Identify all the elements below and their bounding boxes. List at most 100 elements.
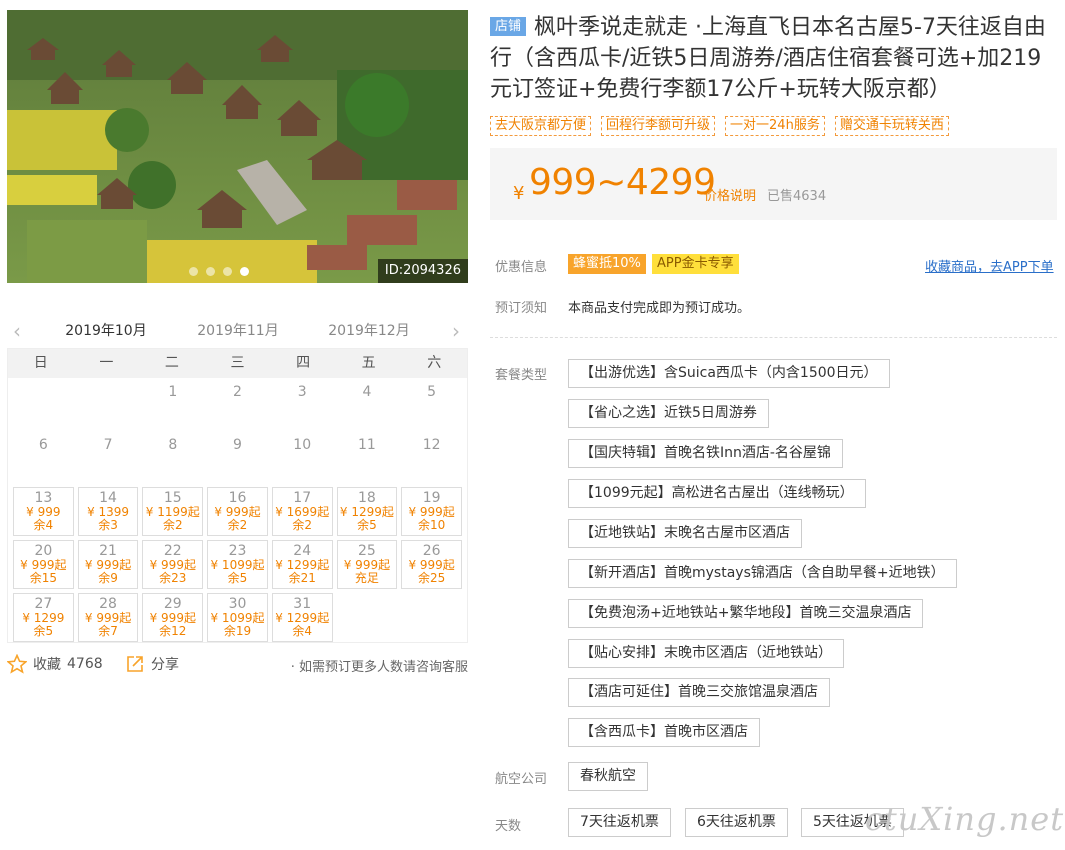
calendar-day: 6 bbox=[13, 434, 74, 483]
calendar-day-available[interactable]: 29 ¥ 999起 余12 bbox=[142, 593, 204, 642]
calendar-day-available[interactable]: 16 ¥ 999起 余2 bbox=[207, 487, 268, 536]
day-number: 6 bbox=[38, 437, 48, 453]
day-stock: 余2 bbox=[292, 518, 313, 532]
price-range: 999~4299 bbox=[529, 162, 716, 203]
booking-notice-text: 本商品支付完成即为预订成功。 bbox=[568, 301, 751, 316]
day-stock: 余12 bbox=[159, 624, 187, 638]
package-option[interactable]: 【含西瓜卡】首晚市区酒店 bbox=[568, 718, 760, 747]
day-stock: 余5 bbox=[33, 624, 54, 638]
calendar-day-available[interactable]: 23 ¥ 1099起 余5 bbox=[207, 540, 268, 589]
tab-month-nov[interactable]: 2019年11月 bbox=[191, 320, 285, 350]
package-option[interactable]: 【贴心安排】末晚市区酒店（近地铁站） bbox=[568, 639, 844, 668]
calendar-day: 12 bbox=[401, 434, 462, 483]
promo-label: 优惠信息 bbox=[495, 260, 548, 275]
calendar-day-available[interactable]: 13 ¥ 999 余4 bbox=[13, 487, 74, 536]
calendar-day: 7 bbox=[78, 434, 139, 483]
price-explanation-link[interactable]: 价格说明 bbox=[704, 185, 756, 204]
day-number: 2 bbox=[233, 384, 242, 400]
day-number: 4 bbox=[362, 384, 372, 400]
package-option[interactable]: 【近地铁站】末晚名古屋市区酒店 bbox=[568, 519, 802, 548]
calendar-day-available[interactable]: 17 ¥ 1699起 余2 bbox=[271, 487, 333, 536]
package-option[interactable]: 【1099元起】高松进名古屋出（连线畅玩） bbox=[568, 479, 866, 508]
day-number: 24 bbox=[293, 543, 312, 559]
carousel-dot[interactable] bbox=[189, 267, 198, 276]
chevron-right-icon[interactable]: › bbox=[452, 319, 460, 343]
calendar-day: 3 bbox=[272, 381, 333, 430]
calendar-day-available[interactable]: 18 ¥ 1299起 余5 bbox=[336, 487, 398, 536]
day-number: 10 bbox=[293, 437, 312, 453]
day-number: 25 bbox=[358, 543, 376, 559]
package-option[interactable]: 【国庆特辑】首晚名铁Inn酒店-名谷屋锦 bbox=[568, 439, 843, 468]
calendar-day-empty bbox=[78, 381, 139, 430]
day-stock: 余4 bbox=[292, 624, 313, 638]
calendar-day-available[interactable]: 14 ¥ 1399 余3 bbox=[77, 487, 139, 536]
product-hero-image[interactable]: ID:2094326 bbox=[7, 10, 468, 283]
day-number: 20 bbox=[34, 543, 53, 559]
calendar-day: 5 bbox=[401, 381, 462, 430]
day-stock: 余9 bbox=[98, 571, 118, 585]
promo-badge-app-gold: APP金卡专享 bbox=[652, 254, 739, 274]
days-label: 天数 bbox=[495, 819, 522, 834]
price-panel: ¥ 999~4299 价格说明 已售4634 bbox=[490, 148, 1057, 220]
day-stock: 余7 bbox=[98, 624, 118, 638]
weekday-label: 一 bbox=[99, 355, 114, 371]
calendar-weekday-header: 日 一 二 三 四 五 六 bbox=[8, 349, 467, 378]
day-stock: 余3 bbox=[98, 518, 118, 532]
chevron-left-icon[interactable]: ‹ bbox=[13, 319, 21, 343]
calendar-day: 2 bbox=[207, 381, 268, 430]
airline-option[interactable]: 春秋航空 bbox=[568, 762, 648, 791]
day-stock: 余23 bbox=[159, 571, 187, 585]
day-stock: 余2 bbox=[162, 518, 183, 532]
calendar-day-available[interactable]: 25 ¥ 999起 充足 bbox=[336, 540, 398, 589]
package-option[interactable]: 【出游优选】含Suica西瓜卡（内含1500日元） bbox=[568, 359, 890, 388]
day-number: 11 bbox=[358, 437, 376, 453]
feature-tag: 回程行李额可升级 bbox=[601, 116, 716, 136]
carousel-dot-active[interactable] bbox=[240, 267, 249, 276]
contact-service-note: · 如需预订更多人数请咨询客服 bbox=[290, 660, 468, 675]
calendar-day-available[interactable]: 28 ¥ 999起 余7 bbox=[77, 593, 139, 642]
share-icon bbox=[127, 656, 143, 672]
day-number: 3 bbox=[297, 384, 307, 400]
day-stock: 余25 bbox=[418, 571, 446, 585]
calendar-day: 8 bbox=[142, 434, 203, 483]
favorite-button[interactable]: 收藏 4768 bbox=[7, 654, 103, 674]
calendar-day-available[interactable]: 27 ¥ 1299 余5 bbox=[13, 593, 74, 642]
day-stock: 余4 bbox=[33, 518, 54, 532]
price-calendar: 日 一 二 三 四 五 六 1 2 3 4 5 6 7 8 9 10 11 12 13 ¥ 999 余4 14… bbox=[7, 348, 468, 643]
package-option[interactable]: 【酒店可延住】首晚三交旅馆温泉酒店 bbox=[568, 678, 830, 707]
product-id-badge: ID:2094326 bbox=[377, 259, 468, 283]
package-option[interactable]: 【省心之选】近铁5日周游券 bbox=[568, 399, 769, 428]
carousel-dot[interactable] bbox=[223, 267, 232, 276]
calendar-day-available[interactable]: 15 ¥ 1199起 余2 bbox=[142, 487, 204, 536]
calendar-day-available[interactable]: 22 ¥ 999起 余23 bbox=[142, 540, 204, 589]
calendar-day-empty bbox=[13, 381, 74, 430]
calendar-days: 1 2 3 4 5 6 7 8 9 10 11 12 13 ¥ 999 余4 14 ¥ 1399 余3 15 ¥ 11… bbox=[8, 378, 467, 644]
shop-badge[interactable]: 店铺 bbox=[490, 17, 527, 36]
day-number: 15 bbox=[163, 490, 182, 506]
village-photo bbox=[7, 10, 468, 283]
day-number: 1 bbox=[168, 384, 178, 400]
day-number: 19 bbox=[422, 490, 441, 506]
calendar-day-available[interactable]: 21 ¥ 999起 余9 bbox=[77, 540, 139, 589]
app-order-link[interactable]: 收藏商品，去APP下单 bbox=[925, 256, 1054, 275]
tab-month-dec[interactable]: 2019年12月 bbox=[322, 320, 416, 350]
package-option[interactable]: 【免费泡汤+近地铁站+繁华地段】首晚三交温泉酒店 bbox=[568, 599, 924, 628]
calendar-day: 4 bbox=[337, 381, 398, 430]
calendar-day-available[interactable]: 19 ¥ 999起 余10 bbox=[401, 487, 462, 536]
calendar-day-available[interactable]: 26 ¥ 999起 余25 bbox=[401, 540, 462, 589]
calendar-day-available[interactable]: 24 ¥ 1299起 余21 bbox=[271, 540, 333, 589]
sold-count: 已售4634 bbox=[767, 189, 827, 204]
calendar-day-available[interactable]: 30 ¥ 1099起 余19 bbox=[207, 593, 268, 642]
currency-symbol: ¥ bbox=[513, 183, 525, 204]
calendar-day: 11 bbox=[337, 434, 398, 483]
package-option[interactable]: 【新开酒店】首晚mystays锦酒店（含自助早餐+近地铁） bbox=[568, 559, 957, 588]
share-button[interactable]: 分享 bbox=[125, 654, 179, 674]
day-stock: 余19 bbox=[223, 624, 252, 638]
carousel-dot[interactable] bbox=[206, 267, 215, 276]
day-number: 29 bbox=[163, 596, 182, 612]
calendar-day-available[interactable]: 31 ¥ 1299起 余4 bbox=[271, 593, 333, 642]
calendar-day: 10 bbox=[272, 434, 333, 483]
days-option-6[interactable]: 6天往返机票 bbox=[685, 808, 788, 837]
calendar-day-available[interactable]: 20 ¥ 999起 余15 bbox=[13, 540, 74, 589]
days-option-7[interactable]: 7天往返机票 bbox=[568, 808, 671, 837]
